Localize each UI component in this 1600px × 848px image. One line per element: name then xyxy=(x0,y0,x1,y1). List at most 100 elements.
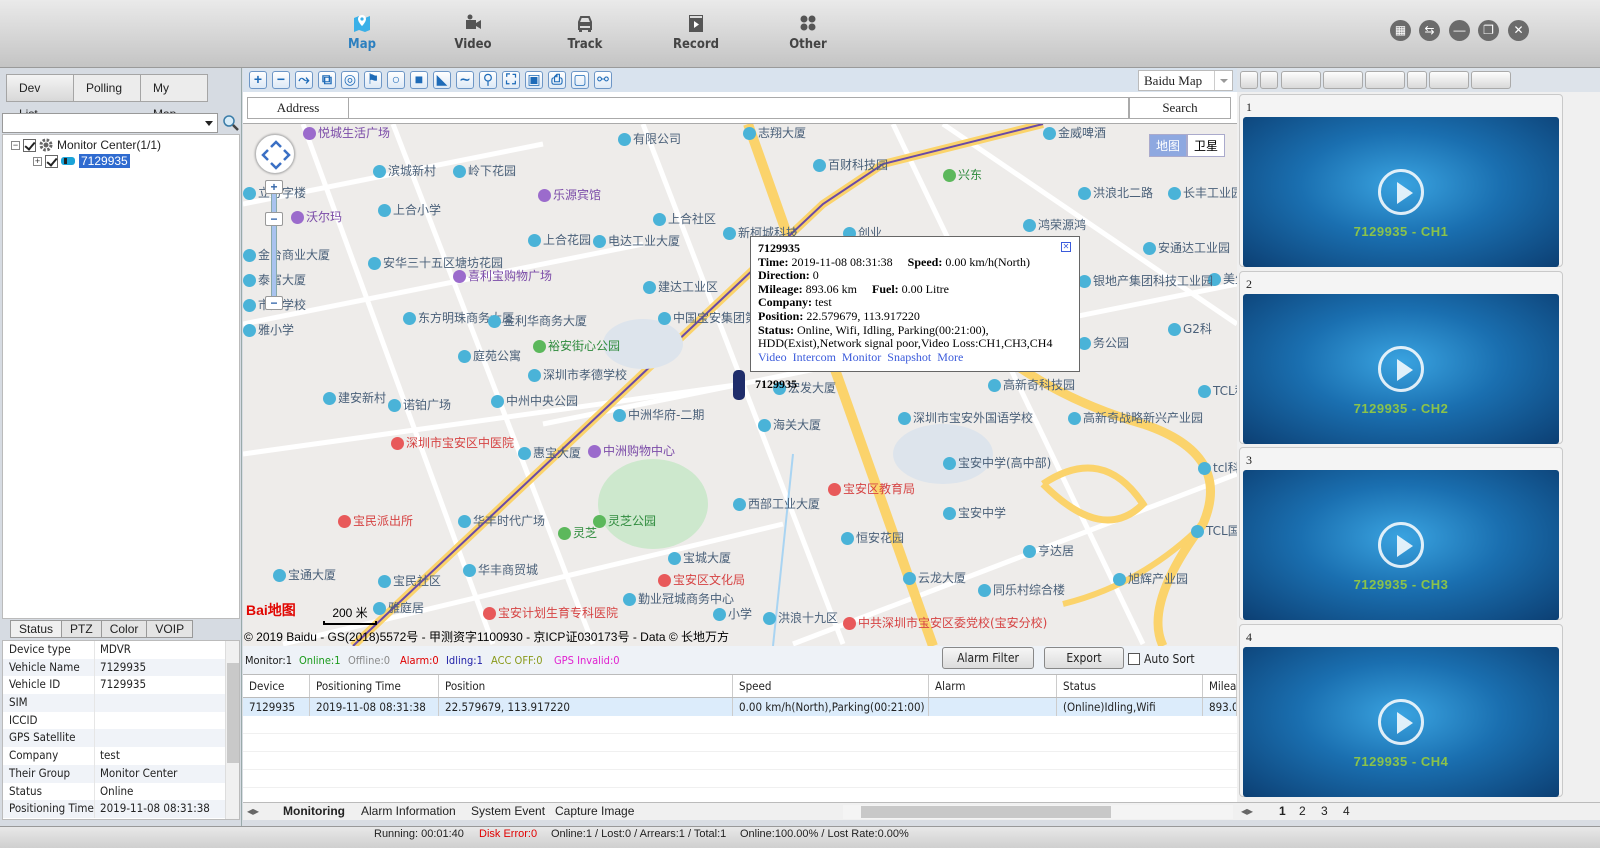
map-poi-label[interactable]: 华丰商贸城 xyxy=(463,561,538,578)
map-view[interactable]: 悦城生活广场志翔大厦金威啤酒滨城新村岭下花园有限公司百财科技园兴东立方字楼乐源宾… xyxy=(243,124,1237,646)
zoom-slider[interactable]: + − − xyxy=(265,180,283,310)
column-header[interactable]: Alarm xyxy=(929,675,1057,697)
tree-device-label[interactable]: 7129935 xyxy=(79,154,130,168)
flag-icon[interactable]: ⚑ xyxy=(364,71,382,89)
expand-icon[interactable]: + xyxy=(33,156,42,166)
page-down-icon[interactable] xyxy=(1260,71,1278,89)
device-search-combo[interactable] xyxy=(2,113,218,133)
counter-online[interactable]: Online:1 xyxy=(299,654,341,667)
link-icon[interactable]: ⚯ xyxy=(594,71,612,89)
tree-node-device[interactable]: + 7129935 xyxy=(33,153,130,169)
nav-video[interactable]: Video xyxy=(433,12,513,52)
satellite-mode-button[interactable]: 卫星 xyxy=(1186,134,1225,157)
map-poi-label[interactable]: 宝安区文化局 xyxy=(658,571,745,588)
map-poi-label[interactable]: G2科 xyxy=(1168,320,1212,337)
mute-icon[interactable] xyxy=(1407,71,1427,89)
map-poi-label[interactable]: 宝城大厦 xyxy=(668,549,731,566)
map-poi-label[interactable]: 建安新村 xyxy=(323,389,386,406)
map-poi-label[interactable]: 有限公司 xyxy=(618,130,681,147)
map-poi-label[interactable]: 裕安街心公园 xyxy=(533,337,620,354)
map-poi-label[interactable]: 亨达居 xyxy=(1023,542,1074,559)
map-type-select[interactable]: Baidu Map xyxy=(1138,70,1233,91)
video-page-3[interactable]: 3 xyxy=(1321,804,1328,818)
export-button[interactable]: Export xyxy=(1044,647,1124,669)
monitor-link[interactable]: Monitor xyxy=(842,350,881,364)
map-poi-label[interactable]: 建达工业区 xyxy=(643,278,718,295)
map-poi-label[interactable]: 悦城生活广场 xyxy=(303,124,390,141)
counter-monitor[interactable]: Monitor:1 xyxy=(245,654,292,667)
tab-alarm-information[interactable]: Alarm Information xyxy=(361,804,456,818)
map-poi-label[interactable]: 金威啤酒 xyxy=(1043,124,1106,141)
fullscreen-icon[interactable]: ⛶ xyxy=(502,71,520,89)
nav-other[interactable]: Other xyxy=(768,12,848,52)
map-poi-label[interactable]: 旭辉产业园 xyxy=(1113,570,1188,587)
play-icon[interactable] xyxy=(1378,522,1424,568)
chevron-down-icon[interactable] xyxy=(205,121,213,126)
tab-polling[interactable]: Polling xyxy=(73,74,141,102)
table-row[interactable]: 7129935 2019-11-08 08:31:38 22.579679, 113… xyxy=(243,698,1237,716)
tab-dev-list[interactable]: Dev List xyxy=(6,74,74,121)
more-link[interactable]: More xyxy=(937,350,963,364)
address-input[interactable] xyxy=(349,97,1129,119)
play-icon[interactable] xyxy=(1378,169,1424,215)
map-poi-label[interactable]: 务公园 xyxy=(1078,334,1129,351)
map-poi-label[interactable]: 志翔大厦 xyxy=(743,124,806,141)
fullscreen-icon[interactable] xyxy=(1281,71,1321,89)
tree-checkbox[interactable] xyxy=(23,138,36,152)
video-page-4[interactable]: 4 xyxy=(1343,804,1350,818)
snapshot-link[interactable]: Snapshot xyxy=(887,350,931,364)
pan-icon[interactable]: ⤳ xyxy=(295,71,313,89)
map-poi-label[interactable]: 海关大厦 xyxy=(758,416,821,433)
vehicle-marker[interactable] xyxy=(733,370,745,400)
map-poi-label[interactable]: 安通达工业园 xyxy=(1143,239,1230,256)
column-header[interactable]: Mileage xyxy=(1203,675,1237,697)
map-poi-label[interactable]: 云龙大厦 xyxy=(903,569,966,586)
stop-icon[interactable] xyxy=(1471,71,1511,89)
map-poi-label[interactable]: 上合小学 xyxy=(378,201,441,218)
map-poi-label[interactable]: 百财科技园 xyxy=(813,156,888,173)
auto-sort-checkbox[interactable]: Auto Sort xyxy=(1128,652,1195,666)
map-poi-label[interactable]: 华丰时代广场 xyxy=(458,512,545,529)
page-up-icon[interactable] xyxy=(1240,71,1258,89)
column-header[interactable]: Position xyxy=(439,675,733,697)
close-icon[interactable]: ✕ xyxy=(1061,242,1071,252)
map-poi-label[interactable]: TCL国 xyxy=(1191,522,1237,539)
map-poi-label[interactable]: 雅小学 xyxy=(243,321,294,338)
map-poi-label[interactable]: 乐源宾馆 xyxy=(538,186,601,203)
video-screen[interactable]: 7129935 - CH4 xyxy=(1243,646,1559,797)
video-screen[interactable]: 7129935 - CH3 xyxy=(1243,470,1559,620)
map-poi-label[interactable]: 恒安花园 xyxy=(841,529,904,546)
select-rect-icon[interactable]: ⧉ xyxy=(318,71,336,89)
map-poi-label[interactable]: 宝安区教育局 xyxy=(828,480,915,497)
polygon-icon[interactable]: ◣ xyxy=(433,71,451,89)
nav-record[interactable]: Record xyxy=(656,12,736,52)
chevron-down-icon[interactable] xyxy=(1214,71,1232,90)
counter-acc-off[interactable]: ACC OFF:0 xyxy=(491,654,543,667)
counter-alarm[interactable]: Alarm:0 xyxy=(400,654,439,667)
search-icon[interactable]: ⚲ xyxy=(479,71,497,89)
tab-color[interactable]: Color xyxy=(100,620,148,638)
map-poi-label[interactable]: 金利华商务大厦 xyxy=(488,312,587,329)
switch-icon[interactable]: ⇆ xyxy=(1419,20,1440,41)
map-poi-label[interactable]: 深圳市宝安外国语学校 xyxy=(898,409,1033,426)
tree-checkbox[interactable] xyxy=(45,154,58,168)
window-icon[interactable]: ▢ xyxy=(571,71,589,89)
map-poi-label[interactable]: 岭下花园 xyxy=(453,162,516,179)
counter-offline[interactable]: Offline:0 xyxy=(348,654,390,667)
map-poi-label[interactable]: 洪浪十九区 xyxy=(763,609,838,626)
tab-ptz[interactable]: PTZ xyxy=(61,620,102,638)
tab-system-event[interactable]: System Event xyxy=(471,804,545,818)
map-poi-label[interactable]: 惠宝大厦 xyxy=(518,444,581,461)
map-poi-label[interactable]: 宝安计划生育专科医院 xyxy=(483,604,618,621)
map-poi-label[interactable]: 宝民派出所 xyxy=(338,512,413,529)
map-poi-label[interactable]: 中洲购物中心 xyxy=(588,442,675,459)
counter-idling[interactable]: Idling:1 xyxy=(446,654,483,667)
map-poi-label[interactable]: 滨城新村 xyxy=(373,162,436,179)
tab-voip[interactable]: VOIP xyxy=(146,620,194,638)
tab-status[interactable]: Status xyxy=(10,620,63,638)
video-screen[interactable]: 7129935 - CH2 xyxy=(1243,293,1559,444)
map-poi-label[interactable]: 诺铂广场 xyxy=(388,396,451,413)
map-poi-label[interactable]: 宝安中学(高中部) xyxy=(943,454,1051,471)
map-poi-label[interactable]: 长丰工业园 xyxy=(1168,184,1237,201)
map-poi-label[interactable]: 中州中央公园 xyxy=(491,392,578,409)
